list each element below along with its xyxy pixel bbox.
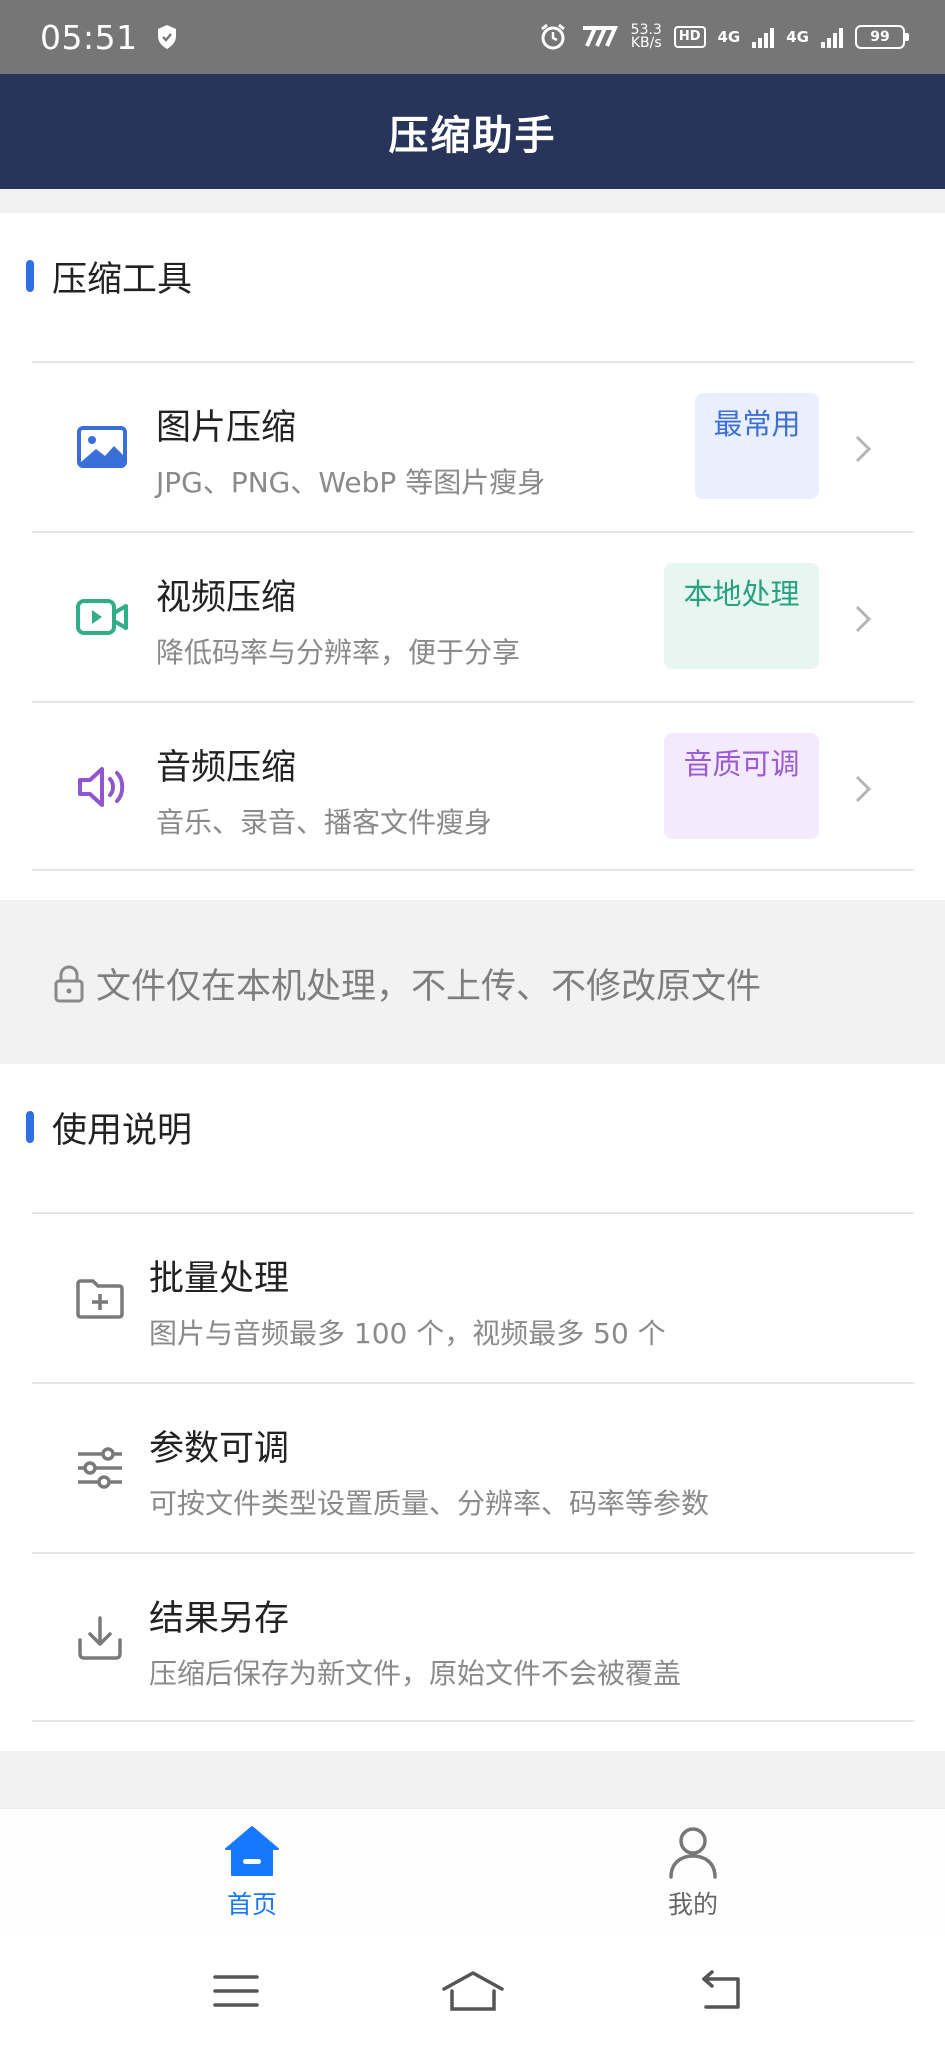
guide-subtitle: 可按文件类型设置质量、分辨率、码率等参数 (149, 1487, 710, 1520)
tool-subtitle: 音乐、录音、播客文件瘦身 (156, 806, 493, 839)
tool-item-video[interactable]: 视频压缩 降低码率与分辨率，便于分享 本地处理 (32, 531, 914, 701)
app-bar: 压缩助手 (0, 74, 945, 189)
section-title: 压缩工具 (52, 259, 193, 300)
tool-subtitle: JPG、PNG、WebP 等图片瘦身 (156, 466, 546, 499)
network-speed: 53.3 KB/s (630, 23, 662, 51)
battery-indicator: 99 (855, 25, 909, 49)
tool-item-image[interactable]: 图片压缩 JPG、PNG、WebP 等图片瘦身 最常用 (32, 361, 914, 531)
tool-title: 视频压缩 (156, 578, 297, 618)
tools-section-header: 压缩工具 (26, 256, 192, 300)
status-bar: 05:51 53.3 KB/s HD 4G 4G 99 (0, 0, 945, 74)
user-icon (669, 1827, 717, 1879)
tool-item-audio[interactable]: 音频压缩 音乐、录音、播客文件瘦身 音质可调 (32, 701, 914, 871)
network-type-2: 4G (786, 28, 809, 46)
folder-plus-icon (76, 1279, 124, 1319)
guide-item-save: 结果另存 压缩后保存为新文件，原始文件不会被覆盖 (32, 1552, 914, 1722)
tool-title: 音频压缩 (156, 748, 297, 788)
guide-subtitle: 图片与音频最多 100 个，视频最多 50 个 (149, 1317, 666, 1350)
tag-badge: 音质可调 (664, 733, 819, 839)
section-accent-bar (26, 1111, 34, 1143)
speed-unit: KB/s (630, 35, 662, 51)
guide-card: 使用说明 批量处理 图片与音频最多 100 个，视频最多 50 个 参数可调 可… (0, 1064, 945, 1751)
guide-title: 批量处理 (149, 1259, 290, 1299)
tab-mine[interactable]: 我的 (623, 1823, 763, 1923)
tool-subtitle: 降低码率与分辨率，便于分享 (156, 636, 521, 669)
bottom-tab-bar: 首页 我的 (0, 1808, 945, 1933)
shield-icon (157, 25, 176, 49)
tag-badge: 本地处理 (664, 563, 819, 669)
sliders-icon (78, 1447, 122, 1489)
guide-item-batch: 批量处理 图片与音频最多 100 个，视频最多 50 个 (32, 1212, 914, 1382)
hd-badge: HD (673, 26, 706, 48)
carrier-icon (582, 26, 618, 47)
tool-title: 图片压缩 (156, 408, 297, 448)
guide-title: 结果另存 (149, 1599, 290, 1639)
speaker-icon (78, 767, 125, 807)
tag-badge: 最常用 (695, 393, 819, 499)
privacy-text: 文件仅在本机处理，不上传、不修改原文件 (96, 967, 762, 1007)
home-nav-icon[interactable] (440, 1969, 506, 2013)
image-icon (77, 426, 127, 468)
menu-icon[interactable] (211, 1969, 261, 2013)
download-icon (78, 1616, 122, 1660)
tab-home-label: 首页 (226, 1890, 277, 1919)
tab-home[interactable]: 首页 (182, 1823, 322, 1923)
signal-icon-2 (821, 26, 843, 48)
back-icon[interactable] (696, 1969, 746, 2013)
status-time: 05:51 (40, 17, 138, 57)
home-icon (225, 1826, 279, 1876)
guide-title: 参数可调 (149, 1429, 290, 1469)
video-icon (76, 599, 128, 635)
tools-card: 压缩工具 图片压缩 JPG、PNG、WebP 等图片瘦身 最常用 视频压缩 降低… (0, 213, 945, 900)
guide-item-params: 参数可调 可按文件类型设置质量、分辨率、码率等参数 (32, 1382, 914, 1552)
privacy-notice: 文件仅在本机处理，不上传、不修改原文件 (52, 958, 761, 1009)
system-nav-bar (0, 1933, 945, 2048)
chevron-right-icon (855, 605, 872, 633)
signal-icon (752, 26, 775, 48)
tab-mine-label: 我的 (667, 1890, 718, 1919)
alarm-icon (540, 23, 565, 50)
chevron-right-icon (855, 775, 872, 803)
network-type-1: 4G (717, 28, 741, 46)
chevron-right-icon (855, 435, 872, 463)
guide-section-header: 使用说明 (26, 1107, 192, 1151)
lock-icon (54, 964, 84, 1002)
guide-subtitle: 压缩后保存为新文件，原始文件不会被覆盖 (149, 1657, 682, 1690)
page-title: 压缩助手 (388, 112, 557, 159)
section-accent-bar (26, 260, 34, 292)
section-title: 使用说明 (52, 1110, 193, 1151)
